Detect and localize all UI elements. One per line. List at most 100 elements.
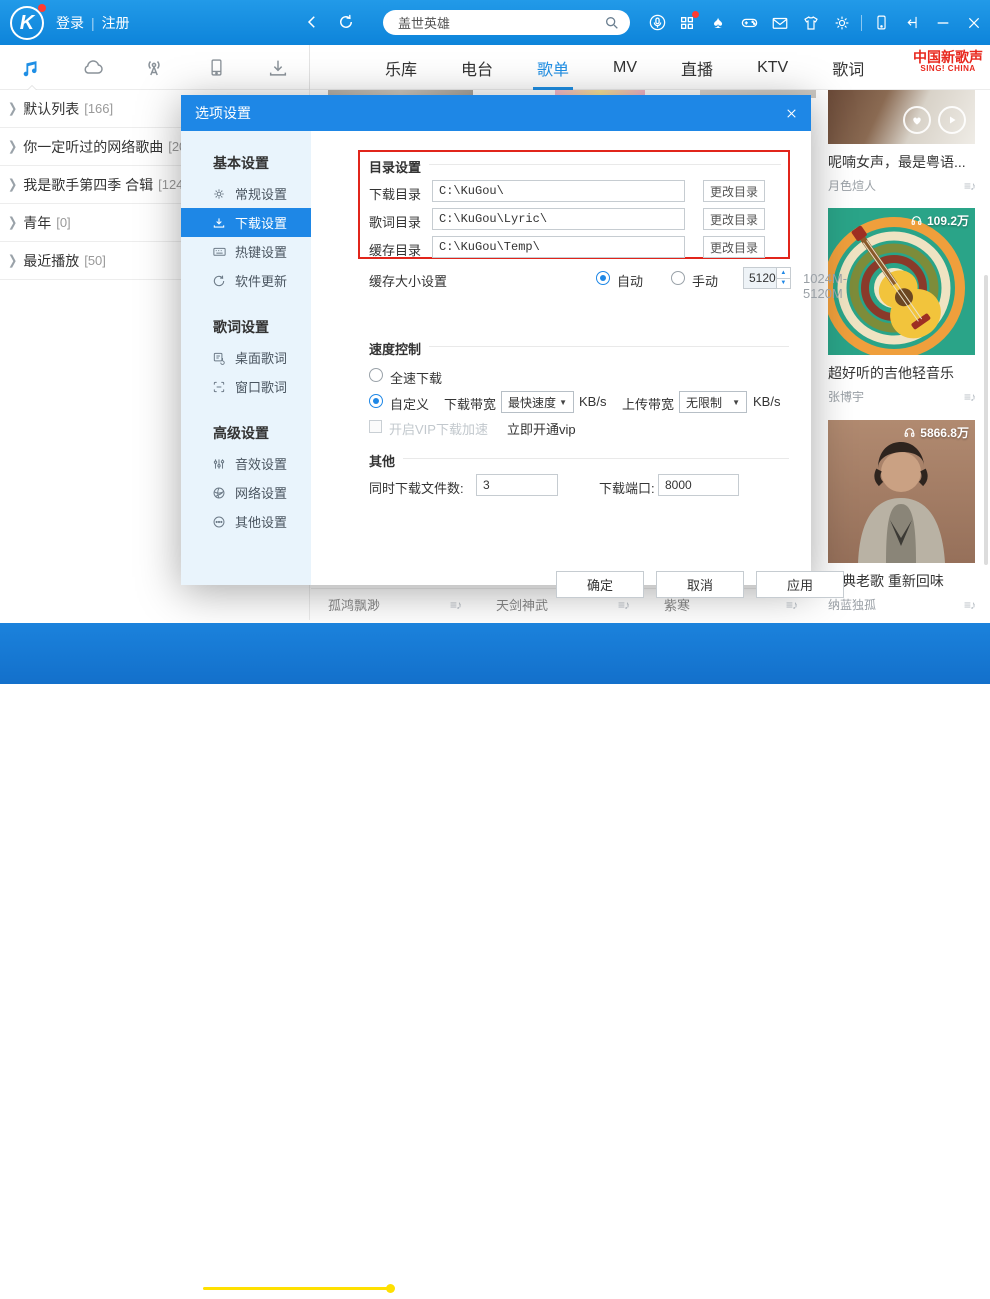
like-icon[interactable] [903,106,931,134]
menu-item-hotkeys[interactable]: 热键设置 [181,237,311,266]
register-link[interactable]: 注册 [102,13,130,33]
play-icon[interactable] [938,106,966,134]
upload-bandwidth-select[interactable]: 无限制▼ [679,391,747,413]
tab-歌词[interactable]: 歌词 [832,45,864,90]
cache-dir-input[interactable]: C:\KuGou\Temp\ [432,236,685,258]
close-icon[interactable] [962,11,986,35]
tab-KTV[interactable]: KTV [757,45,788,90]
card-artist[interactable]: 月色煊人 [828,177,876,194]
progress-thumb[interactable] [386,1284,395,1293]
chevron-right-icon[interactable]: ❯ [8,177,17,193]
lyric-dir-input[interactable]: C:\KuGou\Lyric\ [432,208,685,230]
cache-size-value[interactable]: 5120 [744,268,776,288]
dialog-header[interactable]: 选项设置 [181,95,811,131]
pause-button[interactable] [67,1253,113,1299]
add-to-queue-icon[interactable]: ≡♪ [964,598,975,612]
add-to-queue-icon[interactable]: ≡♪ [450,598,461,612]
menu-item-other[interactable]: 其他设置 [181,507,311,536]
login-link[interactable]: 登录 [56,13,84,33]
tab-cloud-icon[interactable] [80,55,106,81]
change-download-dir-button[interactable]: 更改目录 [703,180,765,202]
progress-track[interactable] [203,1287,568,1290]
tab-device-icon[interactable] [203,55,229,81]
search-icon[interactable] [604,15,620,31]
full-speed-label[interactable]: 全速下载 [390,368,442,387]
change-lyric-dir-button[interactable]: 更改目录 [703,208,765,230]
tab-歌单[interactable]: 歌单 [537,45,569,90]
download-dir-input[interactable]: C:\KuGou\ [432,180,685,202]
spinner-up-icon[interactable]: ▲ [777,268,790,279]
menu-item-sound-effect[interactable]: 音效设置 [181,449,311,478]
lyric-toggle[interactable]: 词 [861,1267,877,1291]
back-icon[interactable] [300,10,324,34]
tab-local-music-icon[interactable] [18,55,44,81]
chevron-right-icon[interactable]: ❯ [8,101,17,117]
dialog-close-icon[interactable] [781,103,801,123]
menu-item-download[interactable]: 下载设置 [181,208,311,237]
skin-tshirt-icon[interactable] [799,11,823,35]
cache-manual-label[interactable]: 手动 [692,271,718,290]
sound-effect-badge[interactable]: 音效 [795,1267,845,1286]
minimize-icon[interactable] [931,11,955,35]
custom-speed-radio[interactable] [369,394,383,408]
mobile-icon[interactable] [869,11,893,35]
add-to-queue-icon[interactable]: ≡♪ [964,179,975,193]
tab-电台[interactable]: 电台 [461,45,493,90]
custom-speed-label[interactable]: 自定义 [390,394,429,413]
music-recognition-icon[interactable] [645,10,669,34]
menu-item-update[interactable]: 软件更新 [181,266,311,295]
apps-grid-icon[interactable] [675,11,699,35]
mail-icon[interactable] [768,11,792,35]
chevron-right-icon[interactable]: ❯ [8,139,17,155]
full-speed-radio[interactable] [369,368,383,382]
card-cover-image[interactable]: 5866.8万 [828,420,975,563]
card-artist[interactable]: 纳蓝独孤 [828,596,876,613]
card-title[interactable]: 经典老歌 重新回味 [828,571,975,591]
more-options-icon[interactable] [678,1264,704,1290]
card-title[interactable]: 超好听的吉他轻音乐 [828,363,975,383]
playlist-card[interactable]: 109.2万 超好听的吉他轻音乐 张博宇 ≡♪ [828,208,975,405]
sing-china-logo[interactable]: 中国新歌声 SING! CHINA [913,50,983,74]
download-song-icon[interactable] [640,1264,666,1290]
chevron-right-icon[interactable]: ❯ [8,215,17,231]
now-playing-title[interactable]: 何曼婷、许嵩 - 素颜 [263,1262,379,1281]
cache-manual-radio[interactable] [671,271,685,285]
cache-size-spinner[interactable]: 5120 ▲ ▼ [743,267,791,289]
tab-乐库[interactable]: 乐库 [385,45,417,90]
queue-count[interactable]: 203 [958,1269,981,1285]
card-cover-image[interactable]: 109.2万 [828,208,975,355]
tab-直播[interactable]: 直播 [681,45,713,90]
change-cache-dir-button[interactable]: 更改目录 [703,236,765,258]
apply-button[interactable]: 应用 [756,571,844,598]
scrollbar-thumb[interactable] [984,275,988,565]
cache-auto-radio[interactable] [596,271,610,285]
playlist-queue-icon[interactable] [932,1264,958,1290]
menu-item-window-lyrics[interactable]: 窗口歌词 [181,372,311,401]
card-artist[interactable]: 张博宇 [828,388,864,405]
download-bandwidth-select[interactable]: 最快速度▼ [501,391,574,413]
card-cover-image[interactable] [828,90,975,144]
add-to-queue-icon[interactable]: ≡♪ [618,598,629,612]
cancel-button[interactable]: 取消 [656,571,744,598]
menu-item-general[interactable]: 常规设置 [181,179,311,208]
download-port-input[interactable]: 8000 [658,474,739,496]
playlist-card[interactable]: 呢喃女声，最是粤语... 月色煊人 ≡♪ [828,90,975,194]
menu-item-network[interactable]: 网络设置 [181,478,311,507]
menu-item-desktop-lyrics[interactable]: 桌面歌词 [181,343,311,372]
vip-open-link[interactable]: 立即开通vip [507,419,576,438]
danmaku-toggle[interactable]: 弹 [899,1267,915,1291]
gamepad-icon[interactable] [737,11,761,35]
volume-icon[interactable] [754,1264,780,1290]
search-input[interactable] [398,15,604,30]
previous-button[interactable] [14,1260,46,1292]
favorite-heart-icon[interactable] [602,1264,628,1290]
chevron-right-icon[interactable]: ❯ [8,253,17,269]
quality-badge[interactable]: 标准▲ [205,1260,250,1278]
ok-button[interactable]: 确定 [556,571,644,598]
tab-MV[interactable]: MV [613,45,637,90]
tab-radio-icon[interactable] [141,55,167,81]
settings-gear-icon[interactable] [830,11,854,35]
playlist-card[interactable]: 5866.8万 经典老歌 重新回味 纳蓝独孤 ≡♪ [828,420,975,613]
next-button[interactable] [133,1260,165,1292]
play-mode-icon[interactable] [716,1264,742,1290]
